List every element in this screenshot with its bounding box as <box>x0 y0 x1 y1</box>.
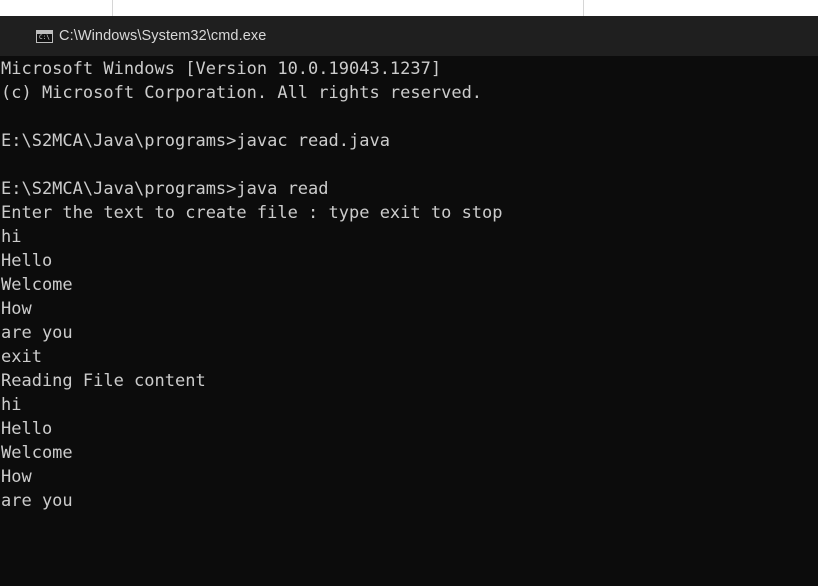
console-line: Welcome <box>1 443 73 463</box>
title-bar[interactable]: C:\ C:\Windows\System32\cmd.exe <box>0 16 818 56</box>
strip-divider <box>112 0 113 16</box>
console-line: Hello <box>1 251 53 271</box>
console-line: Reading File content <box>1 371 206 391</box>
console-line: exit <box>1 347 42 367</box>
console-line: hi <box>1 227 22 247</box>
console-line: Welcome <box>1 275 73 295</box>
console-line: How <box>1 467 32 487</box>
cmd-icon[interactable]: C:\ <box>36 29 53 43</box>
console-line: Microsoft Windows [Version 10.0.19043.12… <box>1 59 442 79</box>
console-line: E:\S2MCA\Java\programs>java read <box>1 179 329 199</box>
window-title: C:\Windows\System32\cmd.exe <box>59 28 267 44</box>
console-line: (c) Microsoft Corporation. All rights re… <box>1 83 483 103</box>
console-line: Enter the text to create file : type exi… <box>1 203 503 223</box>
background-window-strip <box>0 0 818 16</box>
console-line: are you <box>1 491 73 511</box>
console-output[interactable]: Microsoft Windows [Version 10.0.19043.12… <box>0 56 818 586</box>
strip-divider <box>583 0 584 16</box>
console-line: Hello <box>1 419 53 439</box>
console-line: E:\S2MCA\Java\programs>javac read.java <box>1 131 390 151</box>
cmd-icon-glyph: C:\ <box>39 33 50 41</box>
console-line: How <box>1 299 32 319</box>
cmd-window[interactable]: C:\ C:\Windows\System32\cmd.exe Microsof… <box>0 16 818 586</box>
console-line: are you <box>1 323 73 343</box>
console-line: hi <box>1 395 22 415</box>
